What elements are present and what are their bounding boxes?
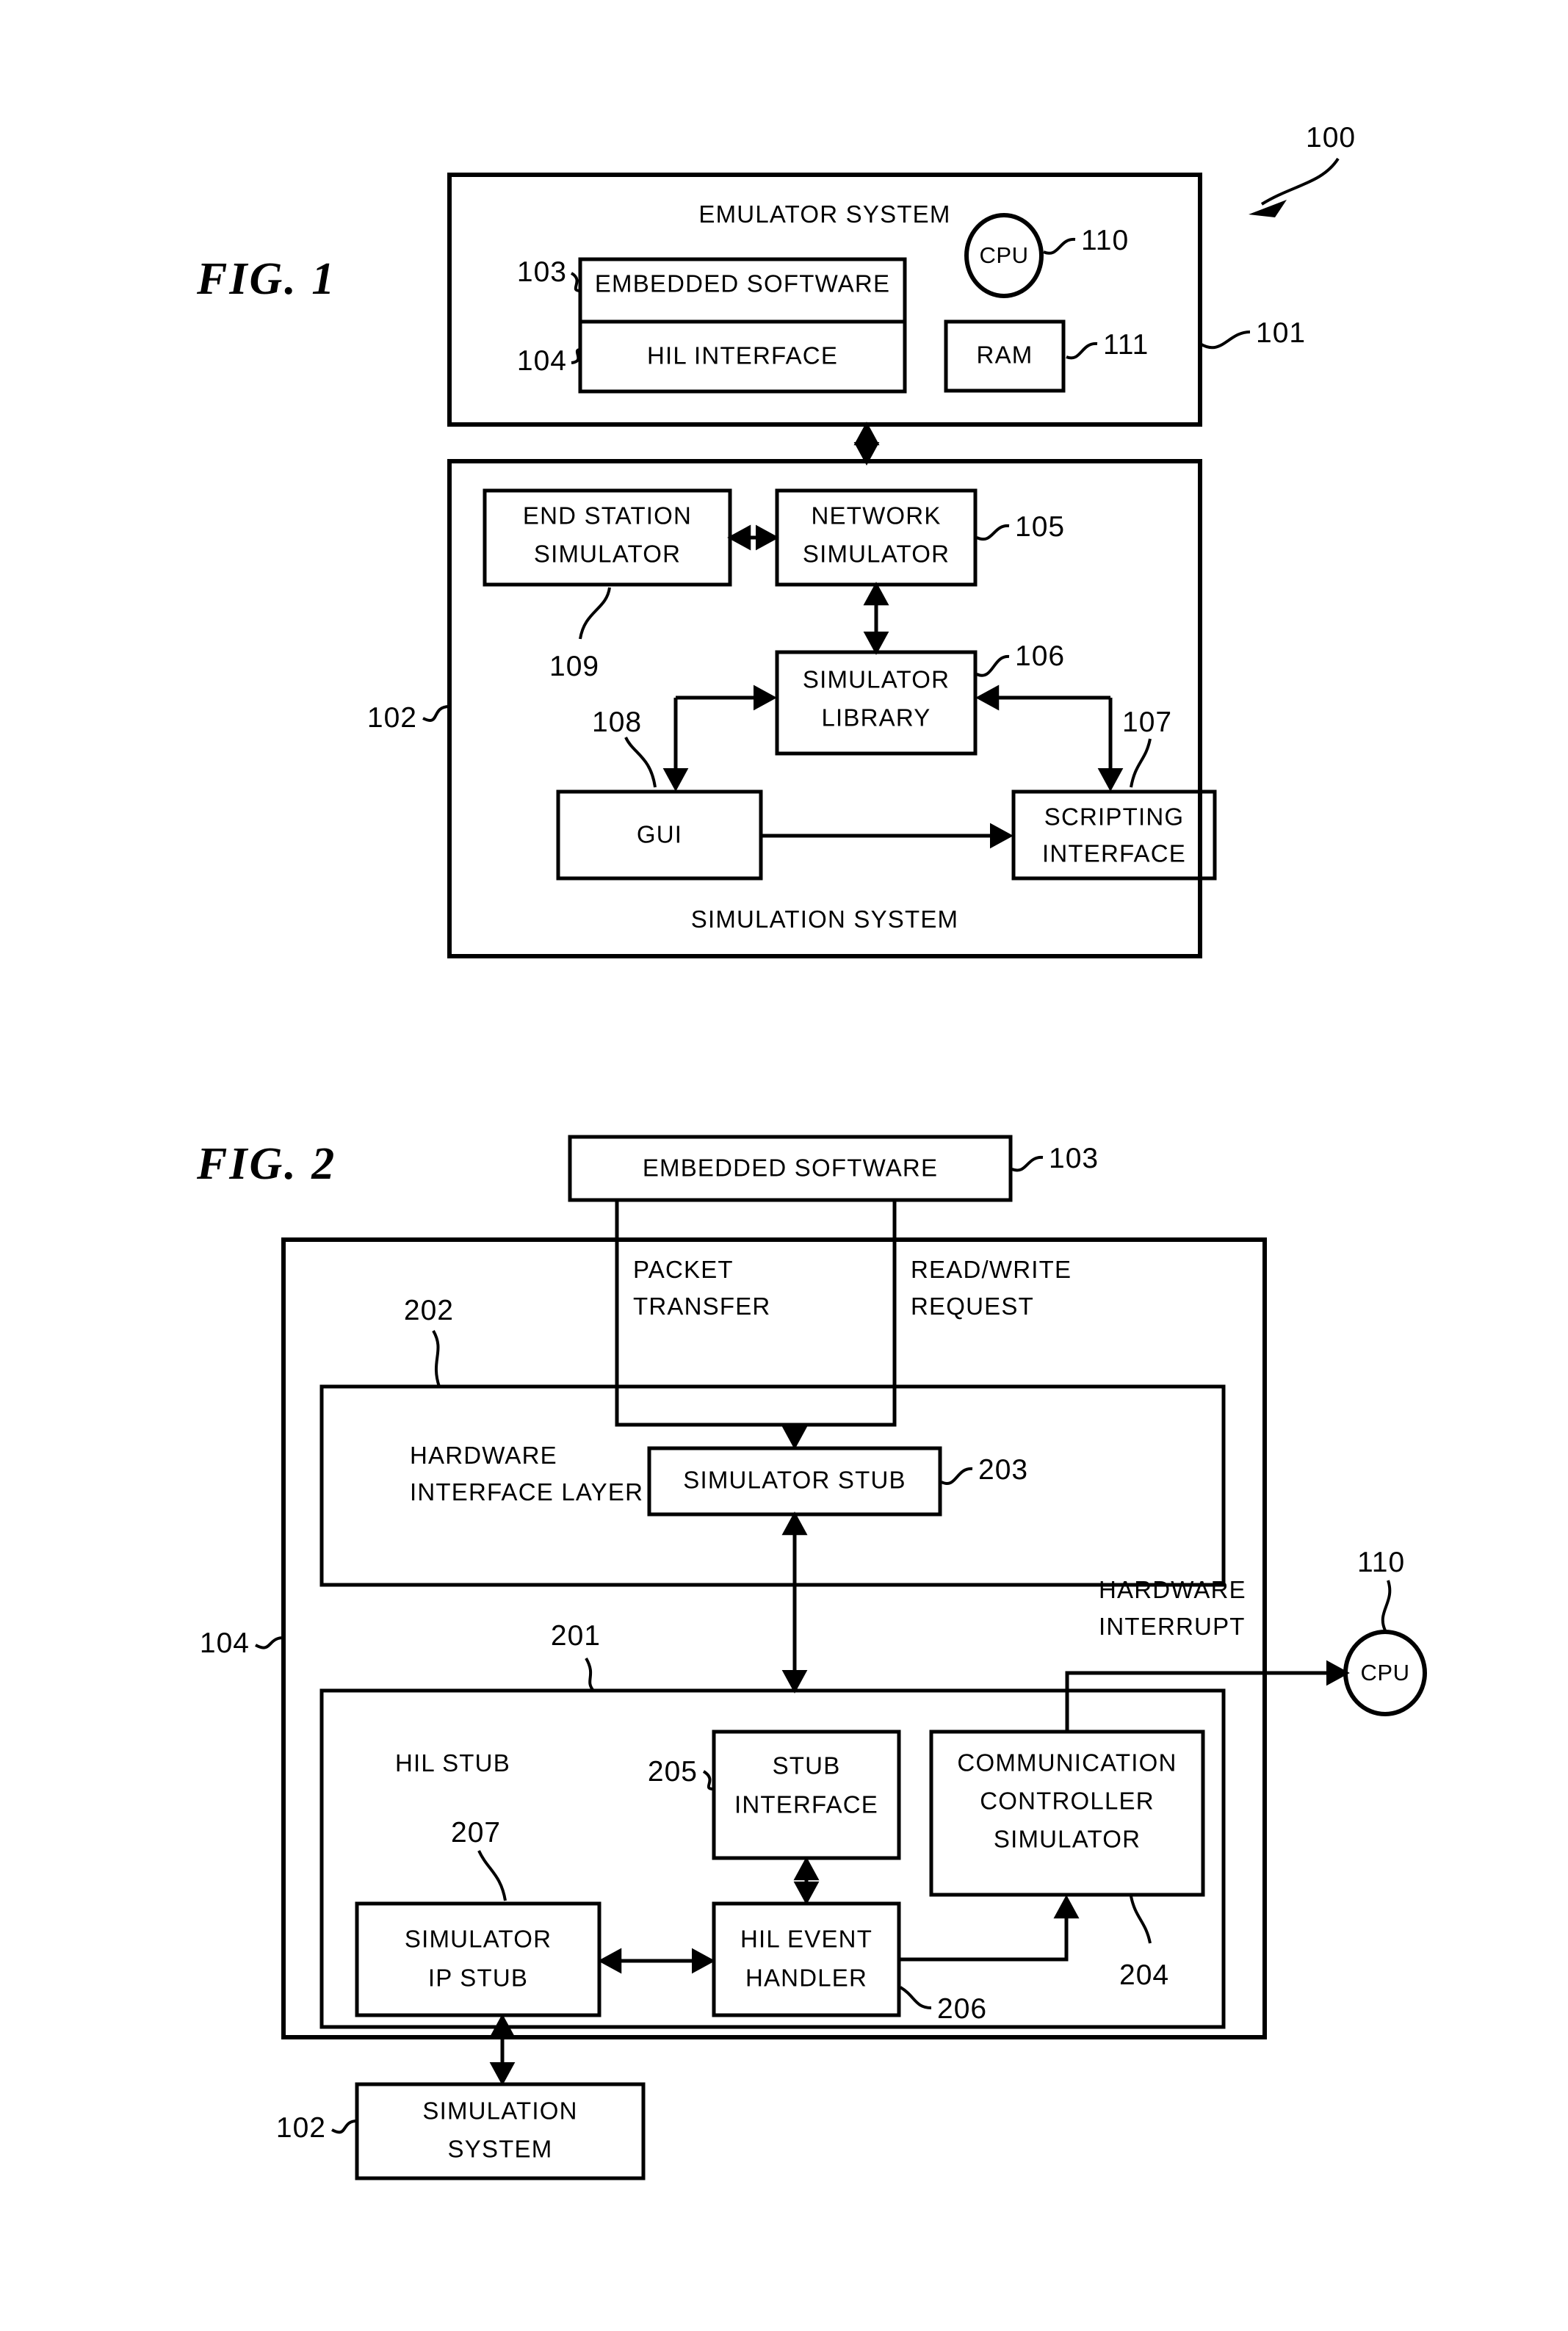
fig1-ref-110: 110 — [1081, 225, 1129, 256]
fig2-ref-202: 202 — [404, 1295, 454, 1326]
fig1-ref-106-leader — [976, 655, 1010, 677]
fig1-ref-108: 108 — [592, 706, 642, 738]
fig1-ram-label: RAM — [977, 341, 1033, 369]
fig1-ref-101: 101 — [1256, 317, 1306, 349]
fig2-ref-201-leader — [585, 1657, 595, 1692]
fig1-embedded-software-label: EMBEDDED SOFTWARE — [595, 270, 890, 297]
fig2-cpu-label: CPU — [1361, 1660, 1410, 1685]
fig1-scripting-interface-line1: SCRIPTING — [1044, 803, 1184, 831]
fig1-simulator-library-line2: LIBRARY — [821, 704, 931, 731]
fig2-ref-204-leader — [1130, 1895, 1152, 1944]
fig2-ref-110-leader — [1381, 1580, 1392, 1631]
fig1-ref-105-leader — [976, 524, 1010, 541]
fig2-simulator-ip-stub-line2: IP STUB — [428, 1965, 528, 1992]
fig2-title: FIG. 2 — [196, 1139, 336, 1189]
fig1-ref-105: 105 — [1015, 511, 1065, 543]
fig2-event-handler-comm-controller-arrow — [900, 1895, 1080, 1962]
fig2-ref-206: 206 — [937, 1993, 987, 2025]
fig2-ref-110: 110 — [1357, 1547, 1405, 1578]
fig1-network-simulator-line1: NETWORK — [811, 502, 941, 530]
fig2-hil-event-handler-line1: HIL EVENT — [740, 1926, 872, 1953]
fig2-ref-104-leader — [255, 1636, 284, 1649]
fig1-cpu-label: CPU — [980, 242, 1029, 268]
fig2-simulation-system-line2: SYSTEM — [448, 2136, 553, 2163]
fig1-ref-109-leader — [579, 587, 611, 640]
fig2-ref-207-leader — [477, 1850, 507, 1901]
fig2-hil-event-handler-line2: HANDLER — [745, 1965, 867, 1992]
fig1-ref-102: 102 — [367, 702, 417, 734]
fig2-hardware-interrupt-line1: HARDWARE — [1099, 1576, 1246, 1603]
fig1-ref-103: 103 — [517, 256, 567, 288]
fig2-packet-transfer-line1: PACKET — [633, 1256, 734, 1283]
fig1-network-simulator-line2: SIMULATOR — [803, 541, 950, 568]
fig2-comm-controller-line2: CONTROLLER — [980, 1788, 1155, 1815]
fig1-scripting-interface-line2: INTERFACE — [1042, 840, 1186, 867]
fig2-hardware-interrupt-arrow — [1065, 1660, 1350, 1730]
fig1-ref-111-leader — [1066, 341, 1098, 360]
fig2-ref-205: 205 — [648, 1756, 698, 1788]
fig2-hardware-interface-layer-line2: INTERFACE LAYER — [410, 1478, 643, 1506]
figure-2: FIG. 2 EMBEDDED SOFTWARE 103 104 PACKET … — [196, 1135, 1427, 2180]
fig1-ref-110-leader — [1043, 237, 1076, 255]
fig2-ref-103-leader — [1011, 1155, 1044, 1172]
fig1-ref-100: 100 — [1306, 122, 1356, 153]
fig1-ref-108-leader — [624, 737, 657, 788]
fig2-ref-202-leader — [432, 1330, 441, 1387]
fig2-hardware-interrupt-line2: INTERRUPT — [1099, 1613, 1246, 1640]
fig2-packet-transfer-line2: TRANSFER — [633, 1293, 770, 1320]
fig2-simulator-ip-stub-line1: SIMULATOR — [405, 1926, 552, 1953]
fig1-ref-107-leader — [1130, 738, 1152, 788]
fig1-hil-interface-label: HIL INTERFACE — [647, 342, 838, 369]
fig1-ref-100-leader — [1260, 157, 1340, 206]
fig1-end-station-simulator-line2: SIMULATOR — [534, 541, 681, 568]
fig1-simulation-system-title: SIMULATION SYSTEM — [691, 906, 959, 933]
fig2-simulator-ip-stub-box — [355, 1901, 601, 2017]
fig2-comm-controller-line3: SIMULATOR — [994, 1826, 1141, 1853]
fig1-ref-111: 111 — [1103, 329, 1149, 361]
fig2-ref-203: 203 — [978, 1454, 1028, 1486]
fig2-hil-event-handler-box — [712, 1901, 901, 2017]
figure-canvas: FIG. 1 100 EMULATOR SYSTEM 101 EMBEDDED … — [196, 122, 1427, 2180]
fig2-ref-207: 207 — [451, 1817, 501, 1848]
fig1-ref-104: 104 — [517, 345, 567, 377]
fig2-ref-206-leader — [899, 1986, 932, 2009]
fig2-stub-interface-line2: INTERFACE — [734, 1791, 878, 1818]
fig1-title: FIG. 1 — [196, 254, 336, 304]
figure-1: FIG. 1 100 EMULATOR SYSTEM 101 EMBEDDED … — [196, 122, 1356, 958]
fig1-ref-106: 106 — [1015, 640, 1065, 672]
fig1-simulator-library-line1: SIMULATOR — [803, 666, 950, 693]
fig2-embedded-software-label: EMBEDDED SOFTWARE — [643, 1154, 938, 1182]
fig1-end-station-simulator-line1: END STATION — [523, 502, 692, 530]
fig1-gui-label: GUI — [637, 821, 682, 848]
fig1-ref-109: 109 — [549, 651, 599, 682]
fig1-ref-102-leader — [422, 705, 450, 722]
fig2-ref-104: 104 — [200, 1627, 250, 1659]
fig1-ref-101-leader — [1199, 330, 1251, 350]
fig2-ref-102-leader — [331, 2119, 358, 2134]
fig2-ref-102: 102 — [276, 2112, 326, 2144]
fig2-comm-controller-line1: COMMUNICATION — [957, 1749, 1177, 1777]
fig2-hil-stub-label: HIL STUB — [395, 1749, 510, 1777]
fig2-stub-interface-line1: STUB — [773, 1752, 841, 1779]
fig2-hardware-interface-layer-line1: HARDWARE — [410, 1442, 557, 1469]
fig2-simulation-system-line1: SIMULATION — [422, 2097, 577, 2125]
fig2-ref-103: 103 — [1049, 1143, 1099, 1174]
fig2-read-write-request-line2: REQUEST — [911, 1293, 1034, 1320]
fig1-emulator-system-title: EMULATOR SYSTEM — [698, 200, 950, 228]
fig2-ref-201: 201 — [551, 1620, 601, 1652]
fig2-ref-203-leader — [941, 1467, 973, 1485]
patent-drawing-sheet: FIG. 1 100 EMULATOR SYSTEM 101 EMBEDDED … — [0, 0, 1568, 2331]
fig2-read-write-request-line1: READ/WRITE — [911, 1256, 1072, 1283]
fig2-simulator-stub-label: SIMULATOR STUB — [683, 1467, 906, 1494]
fig1-ref-107: 107 — [1122, 706, 1172, 738]
fig2-ref-204: 204 — [1119, 1959, 1169, 1991]
